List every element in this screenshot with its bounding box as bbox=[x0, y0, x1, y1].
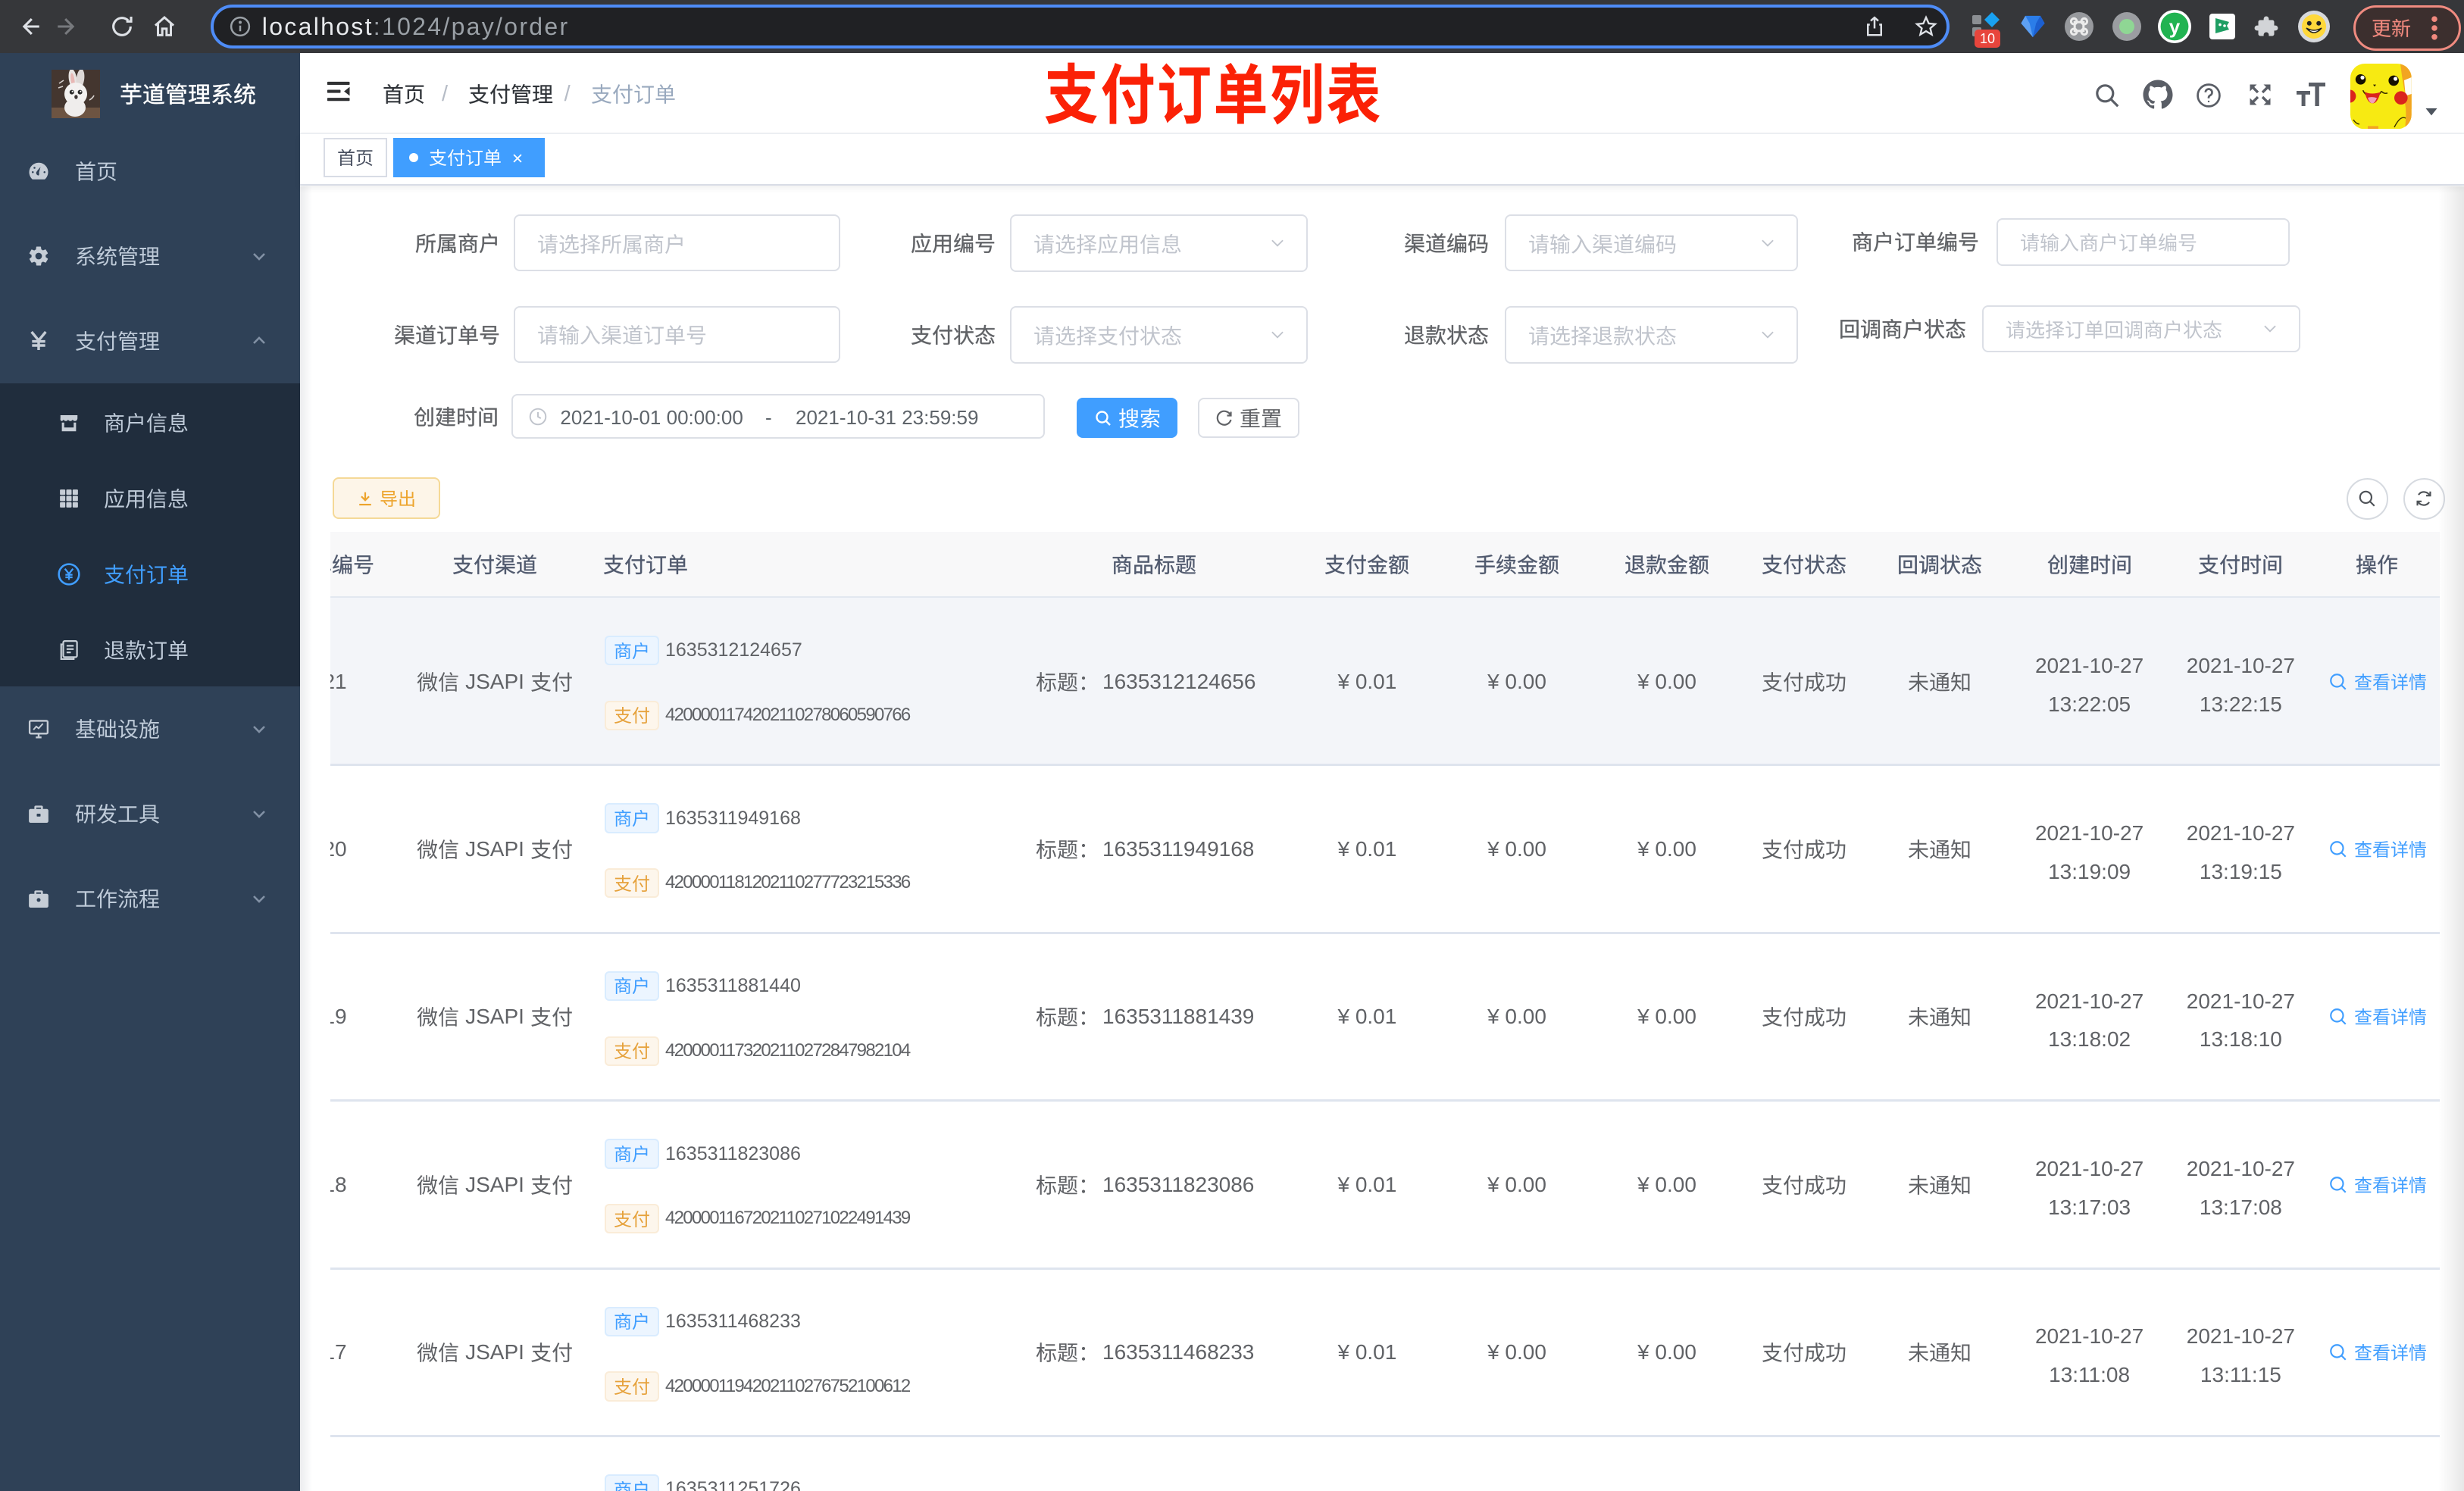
svg-text:y: y bbox=[2169, 15, 2181, 38]
